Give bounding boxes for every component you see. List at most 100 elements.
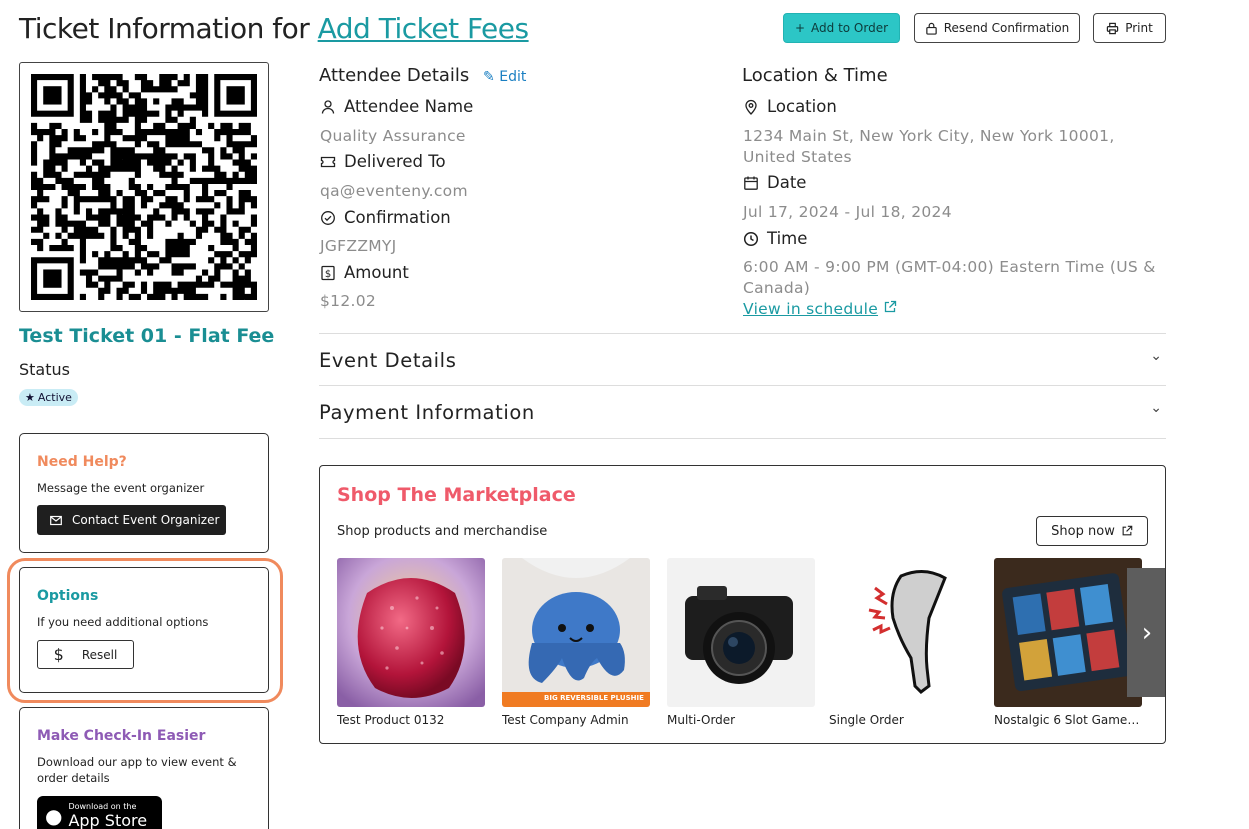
event-details-accordion[interactable]: Event Details ⌄ (319, 334, 1166, 385)
checkin-text: Download our app to view event & order d… (37, 755, 237, 785)
product-card[interactable]: Nostalgic 6 Slot Gameboy ... (994, 558, 1142, 727)
contact-organizer-label: Contact Event Organizer (72, 513, 220, 527)
resell-label: Resell (81, 647, 118, 662)
product-image-leg (829, 558, 977, 707)
product-card[interactable]: Single Order (829, 558, 977, 727)
payment-information-title: Payment Information (319, 401, 535, 424)
delivered-to-value: qa@eventeny.com (320, 182, 468, 200)
add-to-order-label: Add to Order (811, 21, 889, 35)
star-icon: ★ (25, 391, 35, 404)
edit-attendee-link[interactable]: ✎ Edit (483, 69, 526, 85)
product-name: Test Product 0132 (337, 713, 445, 727)
product-name: Nostalgic 6 Slot Gameboy ... (994, 713, 1142, 727)
divider (319, 438, 1166, 439)
time-value: 6:00 AM - 9:00 PM (GMT-04:00) Eastern Ti… (743, 258, 1156, 297)
product-card[interactable]: Multi-Order (667, 558, 815, 727)
product-name: Test Company Admin (502, 713, 629, 727)
ticket-qr-code (19, 62, 269, 312)
product-image-plushie: BIG REVERSIBLE PLUSHIE (502, 558, 650, 707)
external-link-icon (1122, 525, 1133, 536)
map-pin-icon (745, 99, 757, 115)
payment-information-accordion[interactable]: Payment Information ⌄ (319, 386, 1166, 438)
product-name: Multi-Order (667, 713, 736, 727)
print-button[interactable]: Print (1093, 13, 1166, 43)
status-badge-label: Active (37, 391, 72, 404)
confirmation-label: Confirmation (320, 208, 451, 227)
resend-confirmation-label: Resend Confirmation (943, 21, 1070, 35)
clock-icon (743, 231, 759, 246)
svg-text:$: $ (325, 269, 331, 280)
checkin-card: Make Check-In Easier Download our app to… (19, 707, 269, 829)
location-label-text: Location (767, 97, 837, 116)
edit-label: Edit (499, 69, 527, 85)
resend-confirmation-button[interactable]: Resend Confirmation (914, 13, 1080, 43)
app-store-button[interactable]: ● Download on the App Store (37, 796, 162, 829)
plus-icon: + (794, 21, 806, 35)
date-value: Jul 17, 2024 - Jul 18, 2024 (743, 203, 952, 221)
date-label: Date (743, 173, 806, 192)
location-value: 1234 Main St, New York City, New York 10… (743, 127, 1115, 166)
amount-label-text: Amount (344, 263, 409, 282)
delivered-to-label: Delivered To (320, 152, 446, 171)
need-help-card: Need Help? Message the event organizer C… (19, 433, 269, 553)
options-text: If you need additional options (37, 615, 209, 629)
confirmation-label-text: Confirmation (344, 208, 451, 227)
app-store-small-text: Download on the (68, 802, 137, 811)
marketplace-subtitle: Shop products and merchandise (337, 524, 548, 539)
amount-value: $12.02 (320, 292, 377, 310)
location-label: Location (743, 97, 837, 116)
product-card[interactable]: BIG REVERSIBLE PLUSHIE Test Company Admi… (502, 558, 650, 727)
marketplace-card: Shop The Marketplace Shop products and m… (319, 465, 1166, 744)
event-details-title: Event Details (319, 349, 457, 372)
mail-icon (50, 515, 62, 525)
product-image-gummy (337, 558, 485, 707)
checkin-title: Make Check-In Easier (37, 728, 206, 744)
app-store-text: Download on the App Store (68, 802, 147, 829)
product-card[interactable]: Test Product 0132 (337, 558, 485, 727)
ticket-name: Test Ticket 01 - Flat Fee (19, 325, 275, 347)
ticket-icon (320, 156, 336, 167)
time-label-text: Time (767, 229, 808, 248)
receipt-dollar-icon: $ (321, 265, 335, 280)
printer-icon (1106, 22, 1119, 34)
external-link-icon (884, 300, 897, 313)
calendar-icon (744, 176, 758, 190)
dollar-icon: $ (53, 645, 64, 664)
options-card: Options If you need additional options $… (19, 567, 269, 693)
carousel-next-button[interactable]: › (1127, 568, 1165, 697)
person-icon (321, 99, 335, 114)
time-label: Time (743, 229, 807, 248)
page-title: Ticket Information for Add Ticket Fees (19, 12, 529, 45)
attendee-name-value: Quality Assurance (320, 127, 466, 145)
need-help-text: Message the event organizer (37, 481, 205, 495)
product-image-gameboy-case (994, 558, 1142, 707)
page-title-prefix: Ticket Information for (19, 12, 318, 45)
date-label-text: Date (767, 173, 807, 192)
attendee-details-heading: Attendee Details ✎ Edit (319, 65, 526, 86)
product-image-camera (667, 558, 815, 707)
status-badge: ★ Active (19, 389, 78, 406)
print-label: Print (1125, 21, 1153, 35)
add-to-order-button[interactable]: + Add to Order (783, 13, 900, 43)
envelope-lock-icon (926, 22, 937, 35)
confirmation-value: JGFZZMYJ (320, 237, 397, 255)
contact-organizer-button[interactable]: Contact Event Organizer (37, 505, 226, 535)
amount-label: $ Amount (320, 263, 409, 282)
options-title: Options (37, 588, 99, 604)
resell-button[interactable]: $ Resell (37, 640, 134, 669)
chevron-down-icon: ⌄ (1150, 400, 1162, 416)
attendee-name-label-text: Attendee Name (344, 97, 474, 116)
view-schedule-link[interactable]: View in schedule (743, 299, 897, 318)
event-title-link[interactable]: Add Ticket Fees (318, 12, 529, 45)
location-time-heading: Location & Time (742, 65, 888, 86)
app-store-big-text: App Store (68, 811, 148, 829)
status-label: Status (19, 360, 70, 379)
delivered-to-label-text: Delivered To (344, 152, 446, 171)
attendee-name-label: Attendee Name (320, 97, 473, 116)
shop-now-button[interactable]: Shop now (1036, 516, 1148, 546)
chevron-down-icon: ⌄ (1150, 348, 1162, 364)
chevron-right-icon: › (1141, 617, 1153, 648)
marketplace-title: Shop The Marketplace (337, 484, 576, 506)
plushie-banner-text: BIG REVERSIBLE PLUSHIE (544, 694, 644, 702)
attendee-details-heading-label: Attendee Details (319, 65, 470, 86)
